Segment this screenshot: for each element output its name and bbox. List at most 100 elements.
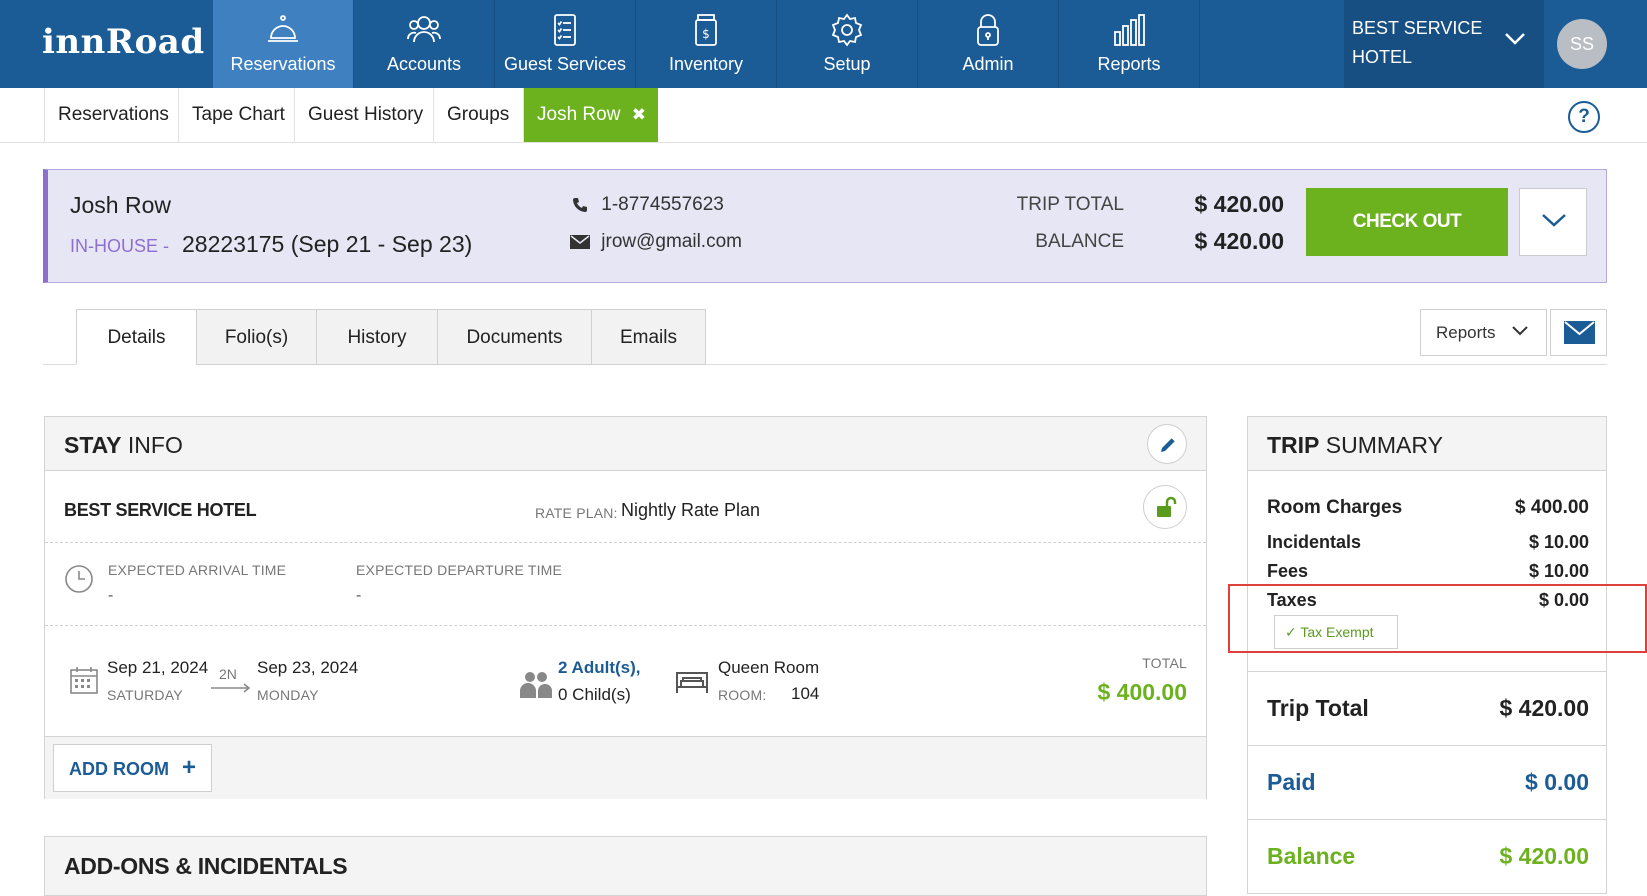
fees-label: Fees (1267, 561, 1309, 581)
trip-total-value: $ 420.00 (1499, 695, 1589, 721)
envelope-icon (570, 234, 590, 249)
innroad-logo[interactable]: innRoad (42, 22, 205, 62)
nav-reports[interactable]: Reports (1059, 0, 1200, 88)
checklist-icon (554, 14, 576, 46)
room-label: ROOM: (718, 687, 767, 703)
adults-link[interactable]: 2 Adult(s), (558, 658, 640, 678)
chevron-down-icon (1505, 33, 1525, 45)
title-bold: STAY (64, 432, 122, 458)
tab-details[interactable]: Details (76, 309, 197, 365)
clock-icon (65, 565, 93, 593)
help-icon[interactable]: ? (1568, 101, 1600, 133)
guest-email: jrow@gmail.com (570, 231, 742, 253)
nav-accounts[interactable]: Accounts (354, 0, 495, 88)
fees-value: $ 10.00 (1528, 561, 1589, 581)
nav-label: Admin (962, 54, 1014, 74)
rate-plan-value: Nightly Rate Plan (621, 500, 761, 520)
users-icon (407, 16, 441, 43)
nav-admin[interactable]: Admin (918, 0, 1059, 88)
check-out-date: Sep 23, 2024 (257, 658, 359, 677)
tab-documents[interactable]: Documents (437, 309, 592, 365)
svg-text:$: $ (702, 27, 710, 41)
hotel-name: BEST SERVICE HOTEL (1352, 14, 1502, 72)
paid-label: Paid (1267, 769, 1316, 795)
lock-icon (977, 14, 999, 46)
subtab-guest-history[interactable]: Guest History (294, 88, 436, 142)
hotel-name-line2: HOTEL (1352, 47, 1413, 67)
guest-header: Josh Row IN-HOUSE - 28223175 (Sep 21 - S… (43, 169, 1607, 283)
tab-history[interactable]: History (316, 309, 438, 365)
nav-label: Accounts (386, 54, 462, 74)
subtab-groups[interactable]: Groups (433, 88, 522, 142)
stay-total-value: $ 400.00 (1097, 679, 1187, 705)
chevron-down-icon (1542, 214, 1566, 227)
sub-navigation-bar: Reservations Tape Chart Guest History Gr… (0, 88, 1647, 143)
plus-icon: + (182, 754, 197, 781)
add-room-bar: ADD ROOM + (45, 736, 1206, 799)
more-actions-button[interactable] (1519, 188, 1587, 256)
hotel-name-line1: BEST SERVICE (1352, 18, 1483, 38)
tab-emails[interactable]: Emails (591, 309, 706, 365)
check-out-button[interactable]: CHECK OUT (1306, 188, 1508, 256)
bar-chart-icon (1114, 14, 1145, 46)
title-bold: TRIP (1267, 432, 1320, 458)
confirmation-number: 28223175 (Sep 21 - Sep 23) (182, 231, 473, 257)
guests-icon (520, 672, 552, 698)
lock-rate-button[interactable] (1143, 485, 1187, 529)
phone-value: 1-8774557623 (601, 194, 724, 215)
email-button[interactable] (1550, 309, 1607, 356)
title-rest: SUMMARY (1319, 432, 1443, 458)
unlock-icon (1157, 496, 1177, 517)
nav-label: Guest Services (503, 54, 627, 74)
bell-icon (268, 15, 298, 42)
arrival-time-value: - (108, 587, 114, 604)
close-icon[interactable]: ✖ (632, 105, 646, 124)
divider (1248, 745, 1606, 746)
balance-label: Balance (1267, 843, 1356, 869)
incidentals-label: Incidentals (1267, 532, 1362, 552)
trip-total-label: TRIP TOTAL (1016, 194, 1124, 215)
calendar-icon (70, 667, 98, 694)
check-in-day: SATURDAY (107, 687, 183, 703)
nav-guest-services[interactable]: Guest Services (495, 0, 636, 88)
nav-setup[interactable]: Setup (777, 0, 918, 88)
balance-value: $ 420.00 (1499, 843, 1589, 869)
chevron-down-icon (1512, 326, 1528, 336)
paid-value: $ 0.00 (1525, 769, 1589, 795)
nav-reservations[interactable]: Reservations (213, 0, 354, 88)
guest-name: Josh Row (70, 192, 171, 218)
room-charges-value: $ 400.00 (1515, 497, 1589, 518)
nav-label: Reports (1097, 54, 1161, 74)
envelope-icon (1564, 321, 1595, 344)
nav-inventory[interactable]: $ Inventory (636, 0, 777, 88)
departure-time-label: EXPECTED DEPARTURE TIME (356, 562, 563, 578)
subtab-reservations[interactable]: Reservations (44, 88, 182, 142)
children-count: 0 Child(s) (558, 685, 631, 704)
hotel-name: BEST SERVICE HOTEL (64, 500, 257, 520)
guest-phone: 1-8774557623 (570, 194, 724, 216)
tab-folios[interactable]: Folio(s) (196, 309, 317, 365)
reports-dropdown[interactable]: Reports (1420, 309, 1547, 356)
add-room-button[interactable]: ADD ROOM + (53, 744, 212, 792)
reports-label: Reports (1436, 323, 1496, 342)
nav-label: Inventory (668, 54, 744, 74)
rate-plan-label: RATE PLAN: (535, 505, 618, 521)
trip-summary-header: TRIP SUMMARY (1248, 417, 1606, 471)
edit-stay-button[interactable] (1147, 424, 1187, 464)
addons-panel: ADD-ONS & INCIDENTALS (44, 836, 1207, 896)
addons-title: ADD-ONS & INCIDENTALS (64, 853, 348, 879)
gear-icon (831, 13, 863, 47)
subtab-josh-row[interactable]: Josh Row ✖ (523, 88, 658, 142)
divider (45, 542, 1206, 543)
balance-row: Balance $ 420.00 (1267, 843, 1589, 870)
hotel-selector[interactable]: BEST SERVICE HOTEL (1344, 0, 1544, 88)
annotation-highlight-box (1228, 584, 1647, 653)
subtab-tape-chart[interactable]: Tape Chart (178, 88, 298, 142)
incidentals-value: $ 10.00 (1528, 532, 1589, 552)
user-avatar[interactable]: SS (1557, 19, 1607, 69)
trip-total-label: Trip Total (1267, 695, 1369, 721)
arrival-time-label: EXPECTED ARRIVAL TIME (108, 562, 287, 578)
subtab-label: Josh Row (537, 104, 621, 125)
stay-info-title: STAY INFO (64, 432, 183, 459)
top-navigation-bar: innRoad Reservations Accounts Guest Serv… (0, 0, 1647, 88)
